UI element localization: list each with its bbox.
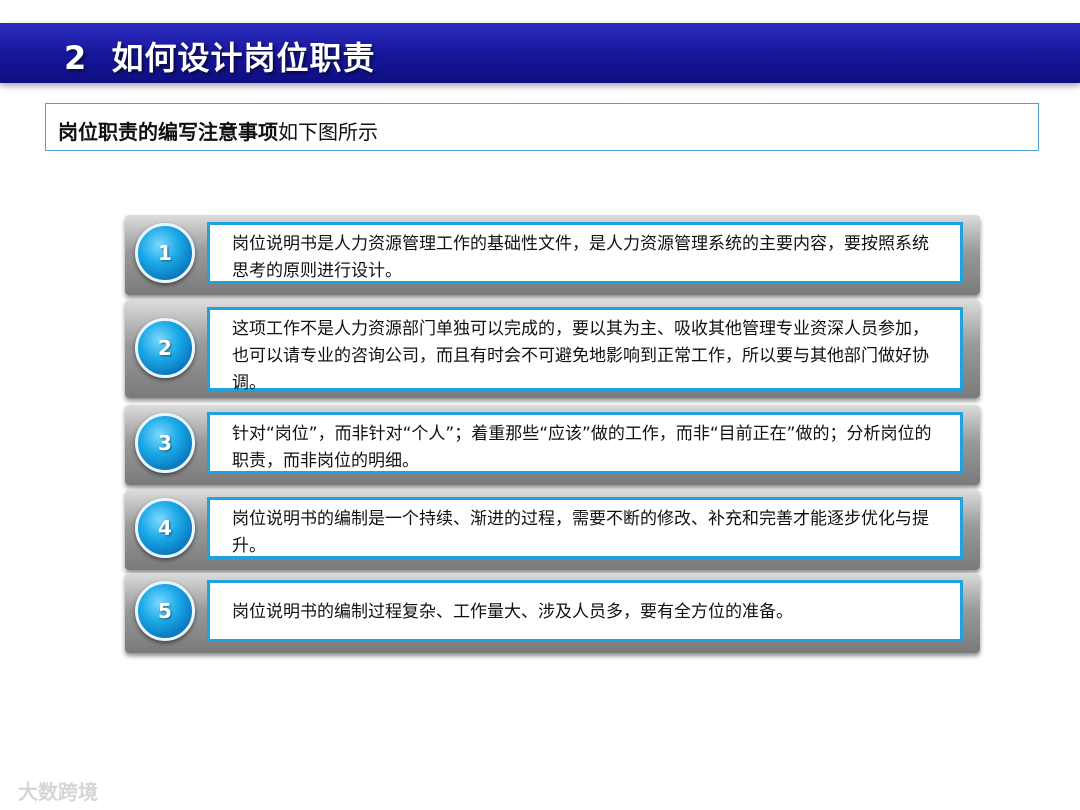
item-text-2: 这项工作不是人力资源部门单独可以完成的，要以其为主、吸收其他管理专业资深人员参加… [207, 307, 963, 393]
subtitle: 岗位职责的编写注意事项如下图所示 [58, 116, 378, 145]
list-item-5: 5 岗位说明书的编制过程复杂、工作量大、涉及人员多，要有全方位的准备。 [125, 573, 980, 653]
number-label: 2 [158, 336, 172, 360]
page-title: 2 如何设计岗位职责 [64, 39, 376, 77]
number-badge-1: 1 [135, 223, 195, 283]
number-badge-4: 4 [135, 498, 195, 558]
watermark-logo: 大数跨境 [18, 780, 98, 804]
number-badge-3: 3 [135, 413, 195, 473]
list-item-1: 1 岗位说明书是人力资源管理工作的基础性文件，是人力资源管理系统的主要内容，要按… [125, 215, 980, 295]
number-label: 3 [158, 431, 172, 455]
number-badge-2: 2 [135, 318, 195, 378]
item-text-3: 针对“岗位”，而非针对“个人”；着重那些“应该”做的工作，而非“目前正在”做的；… [207, 412, 963, 474]
title-bar: 2 如何设计岗位职责 [0, 23, 1080, 83]
number-label: 1 [158, 241, 172, 265]
list-item-2: 2 这项工作不是人力资源部门单独可以完成的，要以其为主、吸收其他管理专业资深人员… [125, 300, 980, 398]
subtitle-bold: 岗位职责的编写注意事项 [58, 120, 278, 144]
item-text-1: 岗位说明书是人力资源管理工作的基础性文件，是人力资源管理系统的主要内容，要按照系… [207, 222, 963, 284]
number-label: 4 [158, 516, 172, 540]
item-text-4: 岗位说明书的编制是一个持续、渐进的过程，需要不断的修改、补充和完善才能逐步优化与… [207, 497, 963, 559]
number-badge-5: 5 [135, 581, 195, 641]
list-item-3: 3 针对“岗位”，而非针对“个人”；着重那些“应该”做的工作，而非“目前正在”做… [125, 405, 980, 485]
subtitle-rest: 如下图所示 [278, 120, 378, 144]
subtitle-box: 岗位职责的编写注意事项如下图所示 [45, 103, 1039, 151]
list-item-4: 4 岗位说明书的编制是一个持续、渐进的过程，需要不断的修改、补充和完善才能逐步优… [125, 490, 980, 570]
item-text-5: 岗位说明书的编制过程复杂、工作量大、涉及人员多，要有全方位的准备。 [207, 580, 963, 642]
number-label: 5 [158, 599, 172, 623]
